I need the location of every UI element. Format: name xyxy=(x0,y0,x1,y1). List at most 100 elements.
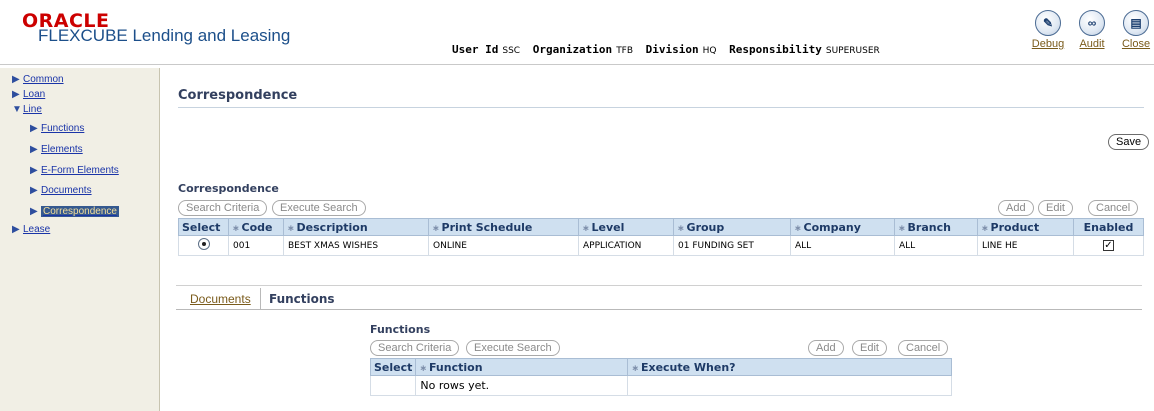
edit-button[interactable]: Edit xyxy=(1038,200,1073,216)
table-row[interactable]: 001 BEST XMAS WISHES ONLINE APPLICATION … xyxy=(178,235,1144,256)
page-title: Correspondence xyxy=(178,88,298,103)
search-criteria-button[interactable]: Search Criteria xyxy=(178,200,268,216)
row-select-radio[interactable] xyxy=(197,238,210,250)
user-id-label: User Id xyxy=(452,43,499,56)
collapsed-arrow-icon[interactable]: ▶ xyxy=(12,74,23,85)
column-header-branch[interactable]: ∗ Branch xyxy=(894,218,978,236)
sidebar-item-e-form-elements[interactable]: ▶ E-Form Elements xyxy=(30,165,119,176)
tab-functions[interactable]: Functions xyxy=(260,288,343,310)
column-header-description[interactable]: ∗ Description xyxy=(283,218,429,236)
column-header-code[interactable]: ∗ Code xyxy=(228,218,284,236)
collapsed-arrow-icon[interactable]: ▶ xyxy=(30,206,41,217)
required-icon: ∗ xyxy=(232,223,240,234)
audit-button[interactable]: ∞ Audit xyxy=(1072,10,1112,50)
debug-link[interactable]: Debug xyxy=(1028,38,1068,50)
required-icon: ∗ xyxy=(898,223,906,234)
app-name: FLEXCUBE Lending and Leasing xyxy=(38,26,291,45)
enabled-checkbox[interactable]: ✓ xyxy=(1103,240,1114,251)
required-icon: ∗ xyxy=(287,223,295,234)
global-buttons: ✎ Debug ∞ Audit ▤ Close xyxy=(1024,10,1154,60)
column-header-group[interactable]: ∗ Group xyxy=(673,218,791,236)
close-link[interactable]: Close xyxy=(1116,38,1154,50)
responsibility-value: SUPERUSER xyxy=(825,46,880,56)
organization-value: TFB xyxy=(616,46,634,56)
functions-execute-search-button[interactable]: Execute Search xyxy=(466,340,560,356)
column-header-function[interactable]: ∗ Function xyxy=(415,358,629,376)
main-content: Correspondence Save Correspondence Searc… xyxy=(168,72,1154,411)
division-value: HQ xyxy=(702,46,717,56)
app-header: ORACLE FLEXCUBE Lending and Leasing User… xyxy=(0,0,1154,64)
column-header-company[interactable]: ∗ Company xyxy=(790,218,895,236)
print-schedule-cell: ONLINE xyxy=(428,235,579,256)
functions-add-button[interactable]: Add xyxy=(808,340,844,356)
column-header-execute-when[interactable]: ∗ Execute When? xyxy=(627,358,952,376)
collapsed-arrow-icon[interactable]: ▶ xyxy=(30,165,41,176)
functions-table: Select ∗ Function ∗ Execute When? No rows … xyxy=(369,358,952,396)
table-header-row: Select ∗ Function ∗ Execute When? xyxy=(369,358,952,376)
group-cell: 01 FUNDING SET xyxy=(673,235,791,256)
cancel-button[interactable]: Cancel xyxy=(1088,200,1139,216)
sidebar-item-line[interactable]: ▼Line xyxy=(12,104,42,115)
sidebar-item-loan[interactable]: ▶ Loan xyxy=(12,89,45,100)
debug-button[interactable]: ✎ Debug xyxy=(1028,10,1068,50)
debug-icon[interactable]: ✎ xyxy=(1035,10,1061,36)
execute-search-button[interactable]: Execute Search xyxy=(272,200,366,216)
close-icon[interactable]: ▤ xyxy=(1123,10,1149,36)
column-header-select: Select xyxy=(369,358,417,376)
empty-select-cell xyxy=(369,375,417,396)
required-icon: ∗ xyxy=(582,223,590,234)
required-icon: ∗ xyxy=(631,363,639,374)
detail-tabs: Documents Functions xyxy=(176,288,1142,310)
functions-section-label: Functions xyxy=(370,323,431,336)
save-button[interactable]: Save xyxy=(1108,134,1150,150)
empty-cell xyxy=(627,375,952,396)
company-cell: ALL xyxy=(790,235,895,256)
branch-cell: ALL xyxy=(894,235,978,256)
functions-cancel-button[interactable]: Cancel xyxy=(898,340,949,356)
functions-search-criteria-button[interactable]: Search Criteria xyxy=(370,340,460,356)
sidebar-item-elements[interactable]: ▶ Elements xyxy=(30,144,83,155)
table-row: No rows yet. xyxy=(369,375,952,396)
column-header-select: Select xyxy=(178,218,229,236)
audit-link[interactable]: Audit xyxy=(1072,38,1112,50)
collapsed-arrow-icon[interactable]: ▶ xyxy=(30,144,41,155)
required-icon: ∗ xyxy=(432,223,440,234)
collapsed-arrow-icon[interactable]: ▶ xyxy=(12,224,23,235)
column-header-print-schedule[interactable]: ∗ Print Schedule xyxy=(428,218,579,236)
required-icon: ∗ xyxy=(794,223,802,234)
description-cell: BEST XMAS WISHES xyxy=(283,235,429,256)
close-button[interactable]: ▤ Close xyxy=(1116,10,1154,50)
collapsed-arrow-icon[interactable]: ▶ xyxy=(30,185,41,196)
sidebar-item-documents[interactable]: ▶ Documents xyxy=(30,185,92,196)
required-icon: ∗ xyxy=(677,223,685,234)
tab-documents[interactable]: Documents xyxy=(182,288,259,310)
sidebar-item-common[interactable]: ▶ Common xyxy=(12,74,64,85)
sidebar-item-correspondence[interactable]: ▶ Correspondence xyxy=(30,206,119,217)
code-cell: 001 xyxy=(228,235,284,256)
enabled-cell: ✓ xyxy=(1073,235,1144,256)
correspondence-section-label: Correspondence xyxy=(178,182,279,195)
functions-edit-button[interactable]: Edit xyxy=(852,340,887,356)
column-header-product[interactable]: ∗ Product xyxy=(977,218,1074,236)
division-label: Division xyxy=(645,43,699,56)
header-divider xyxy=(0,64,1154,65)
collapsed-arrow-icon[interactable]: ▶ xyxy=(30,123,41,134)
column-header-level[interactable]: ∗ Level xyxy=(578,218,674,236)
collapsed-arrow-icon[interactable]: ▶ xyxy=(12,89,23,100)
organization-label: Organization xyxy=(532,43,613,56)
correspondence-table: Select ∗ Code ∗ Description ∗ Print Schedul… xyxy=(178,218,1144,256)
row-select-cell[interactable] xyxy=(178,235,229,256)
empty-rows-message: No rows yet. xyxy=(415,375,629,396)
user-id-value: SSC xyxy=(502,46,521,56)
add-button[interactable]: Add xyxy=(998,200,1034,216)
expanded-arrow-icon[interactable]: ▼ xyxy=(12,104,23,115)
product-cell: LINE HE xyxy=(977,235,1074,256)
title-divider xyxy=(178,107,1144,108)
responsibility-label: Responsibility xyxy=(729,43,822,56)
tabs-divider xyxy=(176,285,1142,286)
audit-icon[interactable]: ∞ xyxy=(1079,10,1105,36)
sidebar-item-functions[interactable]: ▶ Functions xyxy=(30,123,84,134)
table-header-row: Select ∗ Code ∗ Description ∗ Print Schedul… xyxy=(178,218,1144,236)
sidebar-item-lease[interactable]: ▶ Lease xyxy=(12,224,50,235)
user-context: User Id SSC Organization TFB Division HQ Re… xyxy=(452,43,886,56)
